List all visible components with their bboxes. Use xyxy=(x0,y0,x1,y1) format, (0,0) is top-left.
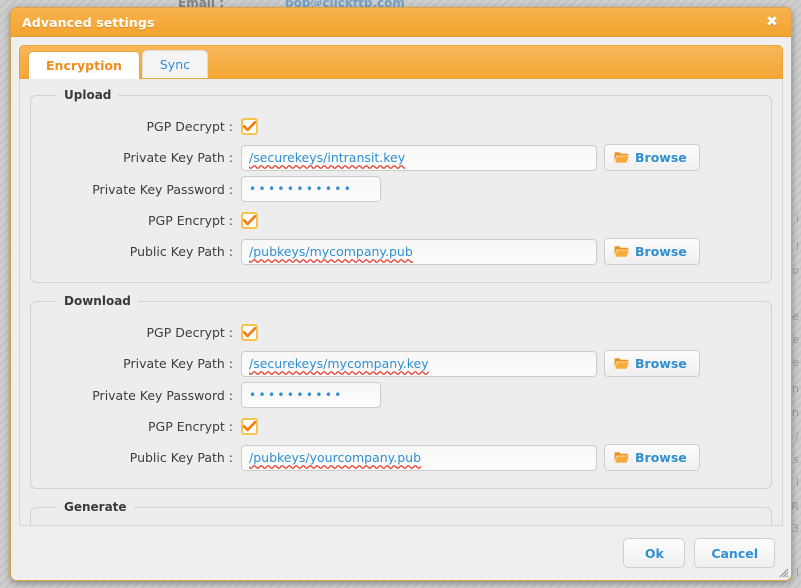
upload-public-key-path-label: Public Key Path : xyxy=(129,244,233,259)
download-private-key-path-value: /securekeys/mycompany.key xyxy=(249,356,429,371)
backdrop-fragment: l xyxy=(795,240,799,253)
tab-strip: Encryption Sync xyxy=(19,45,783,79)
cancel-button-label: Cancel xyxy=(711,545,758,561)
upload-private-key-password-row: Private Key Password : ••••••••••• xyxy=(45,176,757,202)
backdrop-fragment: l xyxy=(795,476,799,489)
download-public-key-path-value: /pubkeys/yourcompany.pub xyxy=(249,450,422,465)
dialog-footer: Ok Cancel xyxy=(11,526,791,580)
download-pgp-encrypt-row: PGP Encrypt : xyxy=(45,413,757,439)
folder-icon xyxy=(614,452,629,463)
advanced-settings-dialog: Advanced settings ✖ Encryption Sync Uplo… xyxy=(10,7,792,581)
backdrop-fragment: i xyxy=(795,566,799,579)
download-private-key-password-label: Private Key Password : xyxy=(92,387,233,403)
folder-icon xyxy=(614,246,629,257)
backdrop-fragment: n xyxy=(792,406,799,419)
upload-private-key-password-label: Private Key Password : xyxy=(92,181,233,197)
upload-public-key-browse-button[interactable]: Browse xyxy=(604,238,700,265)
download-group-legend: Download xyxy=(64,294,131,308)
upload-private-key-path-label: Private Key Path : xyxy=(123,150,233,165)
upload-private-key-browse-button[interactable]: Browse xyxy=(604,144,700,171)
download-public-key-path-row: Public Key Path : /pubkeys/yourcompany.p… xyxy=(45,444,757,471)
upload-group: Upload PGP Decrypt : Private Key Path : … xyxy=(30,88,772,283)
download-public-key-path-label: Public Key Path : xyxy=(129,450,233,465)
ok-button[interactable]: Ok xyxy=(623,538,686,568)
upload-private-key-browse-label: Browse xyxy=(635,150,687,165)
download-public-key-browse-button[interactable]: Browse xyxy=(604,444,700,471)
generate-group-legend: Generate xyxy=(64,500,127,514)
upload-pgp-encrypt-row: PGP Encrypt : xyxy=(45,207,757,233)
upload-pgp-encrypt-label: PGP Encrypt : xyxy=(148,212,233,228)
download-private-key-browse-button[interactable]: Browse xyxy=(604,350,700,377)
ok-button-label: Ok xyxy=(644,545,664,561)
upload-group-legend: Upload xyxy=(64,88,112,102)
tab-encryption[interactable]: Encryption xyxy=(28,51,140,79)
upload-private-key-path-row: Private Key Path : /securekeys/intransit… xyxy=(45,144,757,171)
download-private-key-browse-label: Browse xyxy=(635,356,687,371)
download-group: Download PGP Decrypt : Private Key Path … xyxy=(30,294,772,489)
upload-pgp-decrypt-row: PGP Decrypt : xyxy=(45,113,757,139)
upload-pgp-decrypt-checkbox[interactable] xyxy=(241,117,258,135)
backdrop-fragment: e xyxy=(792,333,799,346)
download-pgp-decrypt-row: PGP Decrypt : xyxy=(45,319,757,345)
close-icon[interactable]: ✖ xyxy=(761,11,783,33)
backdrop-fragment: e xyxy=(792,310,799,323)
generate-group: Generate Common Name : (Username or Emai… xyxy=(30,500,772,525)
settings-panel: Upload PGP Decrypt : Private Key Path : … xyxy=(19,79,783,526)
download-pgp-encrypt-checkbox[interactable] xyxy=(241,417,258,435)
upload-public-key-path-row: Public Key Path : /pubkeys/mycompany.pub… xyxy=(45,238,757,265)
backdrop-fragment: n xyxy=(792,382,799,395)
backdrop-fragment: e xyxy=(792,356,799,369)
upload-pgp-encrypt-checkbox[interactable] xyxy=(241,211,258,229)
upload-private-key-password-input[interactable]: ••••••••••• xyxy=(241,176,381,202)
tab-encryption-label: Encryption xyxy=(46,58,122,73)
download-public-key-path-input[interactable]: /pubkeys/yourcompany.pub xyxy=(241,444,597,471)
folder-icon xyxy=(614,358,629,369)
download-private-key-path-input[interactable]: /securekeys/mycompany.key xyxy=(241,350,597,377)
tab-sync[interactable]: Sync xyxy=(141,50,208,78)
upload-private-key-path-value: /securekeys/intransit.key xyxy=(249,150,406,165)
download-pgp-decrypt-label: PGP Decrypt : xyxy=(146,324,233,340)
dialog-titlebar[interactable]: Advanced settings ✖ xyxy=(11,8,791,37)
upload-pgp-decrypt-label: PGP Decrypt : xyxy=(146,118,233,134)
upload-public-key-path-input[interactable]: /pubkeys/mycompany.pub xyxy=(241,238,597,265)
upload-public-key-browse-label: Browse xyxy=(635,244,687,259)
download-private-key-password-row: Private Key Password : •••••••••• xyxy=(45,382,757,408)
settings-scroll-viewport[interactable]: Upload PGP Decrypt : Private Key Path : … xyxy=(20,79,782,525)
download-pgp-encrypt-label: PGP Encrypt : xyxy=(148,418,233,434)
download-private-key-path-label: Private Key Path : xyxy=(123,356,233,371)
backdrop-fragment: i xyxy=(795,212,799,225)
download-private-key-password-input[interactable]: •••••••••• xyxy=(241,382,381,408)
backdrop-fragment: / xyxy=(795,430,799,443)
upload-private-key-password-value: ••••••••••• xyxy=(249,182,354,196)
backdrop-fragment: 3 xyxy=(792,522,799,535)
folder-icon xyxy=(614,152,629,163)
cancel-button[interactable]: Cancel xyxy=(694,538,775,568)
upload-public-key-path-value: /pubkeys/mycompany.pub xyxy=(249,244,413,259)
backdrop-fragment: R xyxy=(791,500,799,513)
tab-sync-label: Sync xyxy=(159,57,190,72)
download-private-key-password-value: •••••••••• xyxy=(249,388,344,402)
resize-grip-icon[interactable] xyxy=(776,565,789,578)
download-private-key-path-row: Private Key Path : /securekeys/mycompany… xyxy=(45,350,757,377)
upload-private-key-path-input[interactable]: /securekeys/intransit.key xyxy=(241,144,597,171)
backdrop-fragment: o xyxy=(792,264,799,277)
download-public-key-browse-label: Browse xyxy=(635,450,687,465)
dialog-title: Advanced settings xyxy=(22,14,155,30)
backdrop-fragment: s xyxy=(793,453,799,466)
download-pgp-decrypt-checkbox[interactable] xyxy=(241,323,258,341)
